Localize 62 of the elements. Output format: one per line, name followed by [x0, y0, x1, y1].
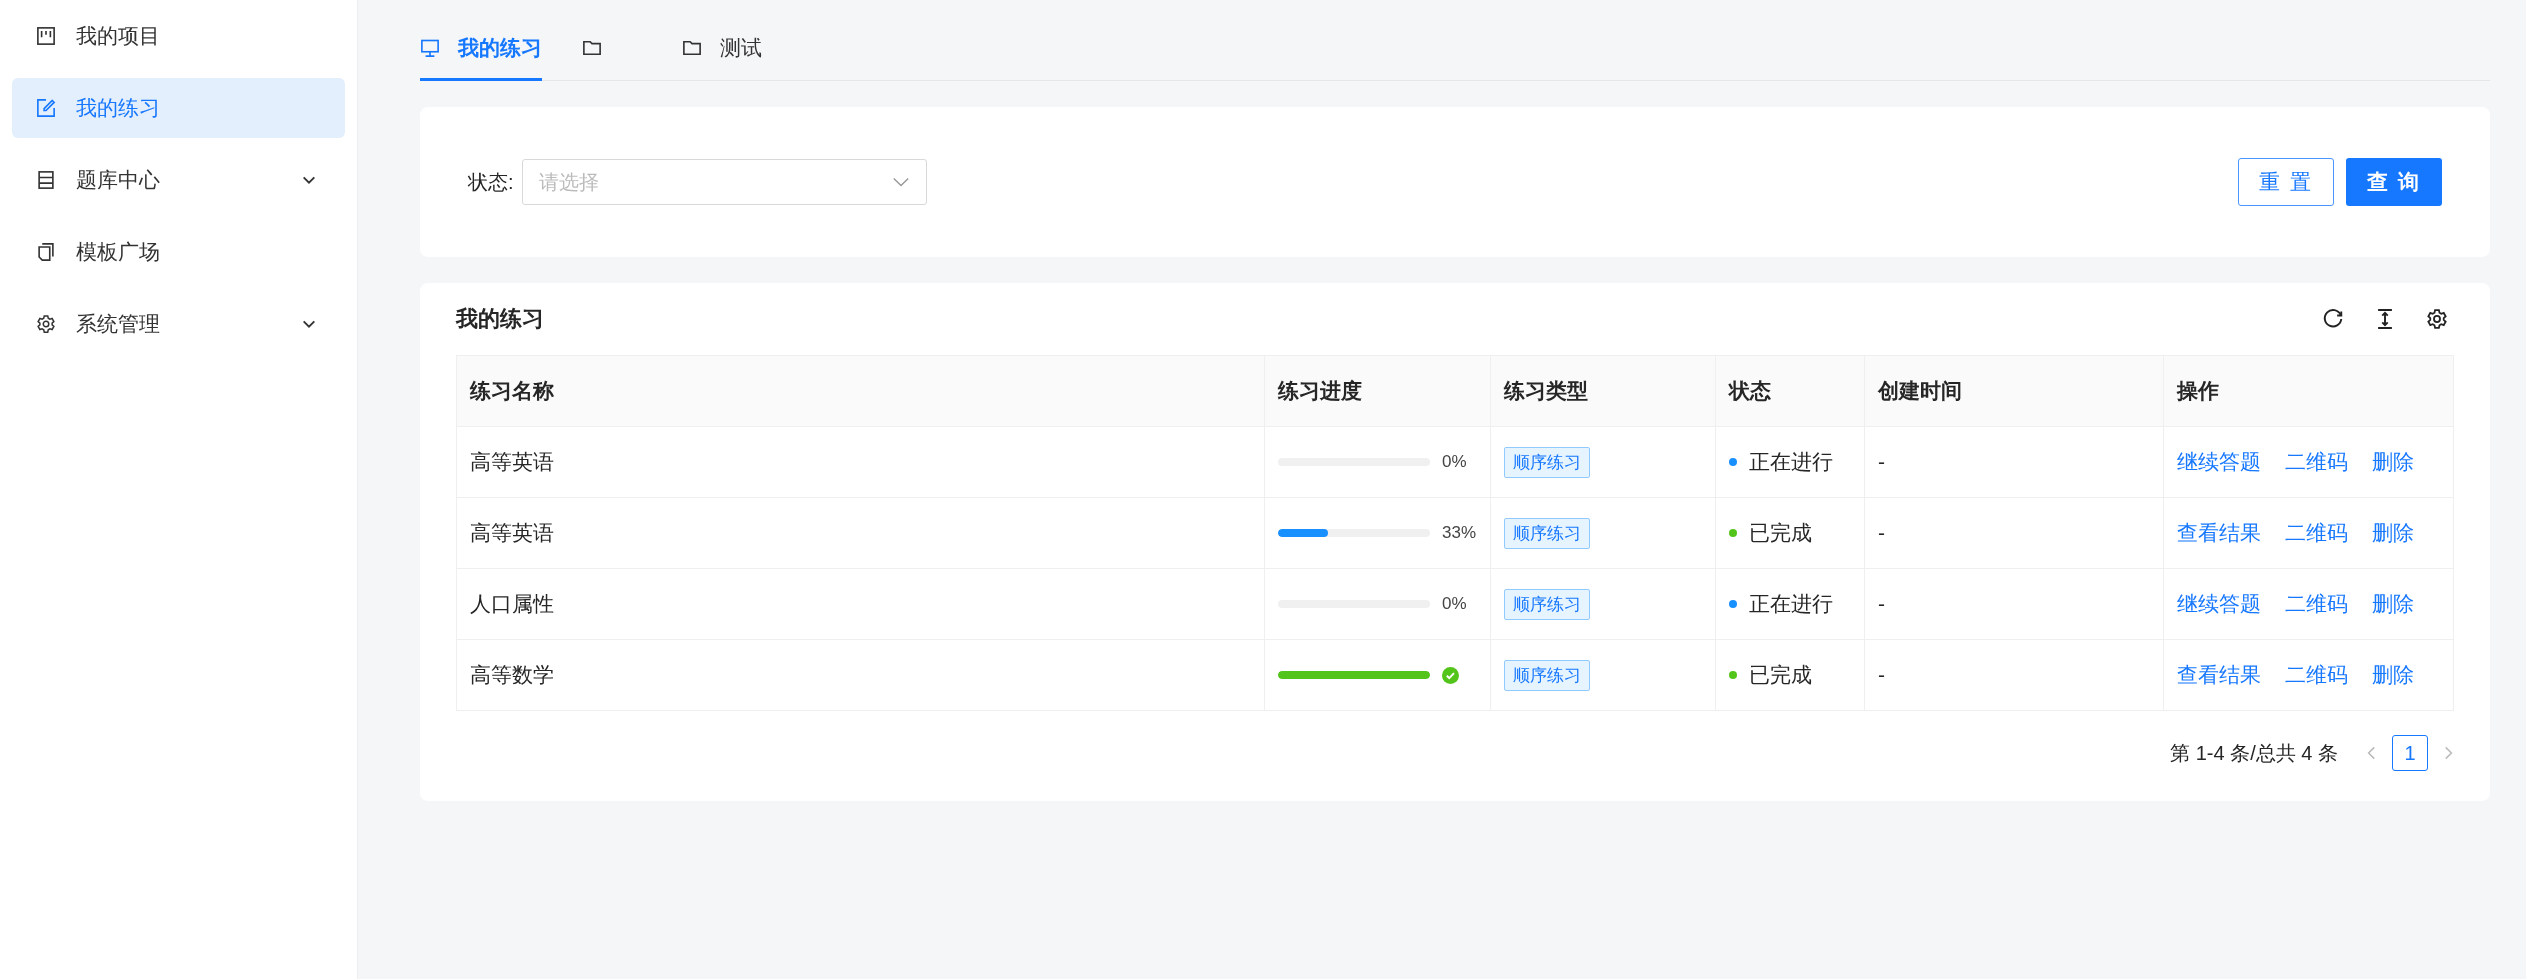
- column-header: 状态: [1715, 355, 1865, 427]
- action-link[interactable]: 二维码: [2285, 590, 2348, 618]
- table-cell: -: [1864, 639, 2164, 711]
- table-title: 我的练习: [456, 305, 544, 333]
- action-link[interactable]: 删除: [2372, 519, 2414, 547]
- check-circle-icon: [1442, 666, 1459, 684]
- column-header: 练习进度: [1264, 355, 1491, 427]
- status-text: 已完成: [1749, 662, 1812, 688]
- column-header: 操作: [2163, 355, 2454, 427]
- type-tag: 顺序练习: [1504, 446, 1590, 478]
- status-label: 状态:: [468, 169, 514, 195]
- page-number[interactable]: 1: [2392, 735, 2428, 771]
- progress-text: 0%: [1442, 452, 1467, 472]
- sidebar-item[interactable]: 题库中心: [12, 150, 345, 210]
- reset-button[interactable]: 重 置: [2238, 158, 2334, 206]
- sidebar-item[interactable]: 我的项目: [12, 6, 345, 66]
- progress-text: 33%: [1442, 523, 1477, 543]
- table-cell: -: [1864, 426, 2164, 498]
- settings-icon[interactable]: [2426, 308, 2448, 330]
- action-link[interactable]: 查看结果: [2177, 519, 2261, 547]
- board-icon: [36, 26, 56, 46]
- column-header: 创建时间: [1864, 355, 2164, 427]
- action-link[interactable]: 查看结果: [2177, 661, 2261, 689]
- action-link[interactable]: 二维码: [2285, 661, 2348, 689]
- action-link[interactable]: 二维码: [2285, 519, 2348, 547]
- status-text: 已完成: [1749, 520, 1812, 546]
- sidebar-item[interactable]: 我的练习: [12, 78, 345, 138]
- folder-icon: [582, 38, 602, 58]
- status-text: 正在进行: [1749, 449, 1833, 475]
- chevron-down-icon: [891, 176, 910, 188]
- copy-icon: [36, 242, 56, 262]
- type-tag: 顺序练习: [1504, 517, 1590, 549]
- cabinet-icon: [36, 170, 56, 190]
- sidebar-item[interactable]: 模板广场: [12, 222, 345, 282]
- table-cell: -: [1864, 497, 2164, 569]
- column-header: 练习名称: [456, 355, 1265, 427]
- table-cell: 高等英语: [456, 426, 1265, 498]
- query-button[interactable]: 查 询: [2346, 158, 2442, 206]
- type-tag: 顺序练习: [1504, 659, 1590, 691]
- table-cell: 高等英语: [456, 497, 1265, 569]
- status-text: 正在进行: [1749, 591, 1833, 617]
- action-link[interactable]: 二维码: [2285, 448, 2348, 476]
- column-header: 练习类型: [1490, 355, 1716, 427]
- tab[interactable]: 测试: [682, 28, 762, 81]
- action-link[interactable]: 删除: [2372, 448, 2414, 476]
- table-cell: 高等数学: [456, 639, 1265, 711]
- pagination-summary: 第 1-4 条/总共 4 条: [2170, 740, 2338, 766]
- type-tag: 顺序练习: [1504, 588, 1590, 620]
- action-link[interactable]: 继续答题: [2177, 448, 2261, 476]
- table-cell: -: [1864, 568, 2164, 640]
- tab[interactable]: 我的练习: [420, 28, 542, 81]
- monitor-icon: [420, 38, 440, 58]
- sidebar-item[interactable]: 系统管理: [12, 294, 345, 354]
- edit-icon: [36, 98, 56, 118]
- action-link[interactable]: 删除: [2372, 590, 2414, 618]
- refresh-icon[interactable]: [2322, 308, 2344, 330]
- progress-text: 0%: [1442, 594, 1467, 614]
- action-link[interactable]: 继续答题: [2177, 590, 2261, 618]
- table-cell: 人口属性: [456, 568, 1265, 640]
- settings-icon: [36, 314, 56, 334]
- folder-icon: [682, 38, 702, 58]
- action-link[interactable]: 删除: [2372, 661, 2414, 689]
